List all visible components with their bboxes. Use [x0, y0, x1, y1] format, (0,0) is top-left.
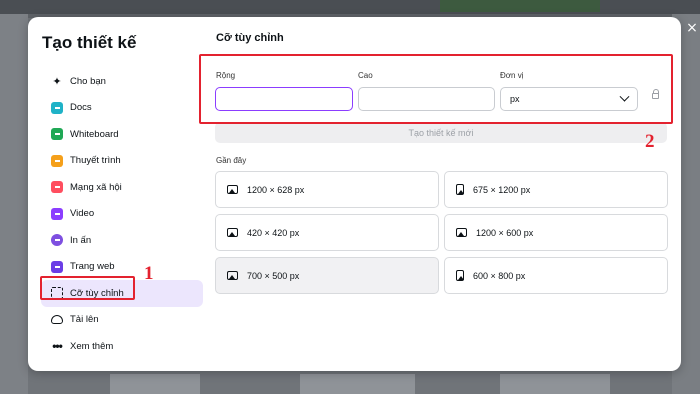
sidebar-item-upload[interactable]: Tải lên [41, 307, 203, 334]
recent-size-card[interactable]: 1200 × 600 px [444, 214, 668, 251]
sidebar-nav: ✦ Cho bạn Docs Whiteboard Thuyết trình M… [41, 68, 203, 360]
sidebar-item-for-you[interactable]: ✦ Cho bạn [41, 68, 203, 95]
upload-icon [51, 315, 63, 325]
image-icon [456, 228, 467, 237]
sidebar-item-more[interactable]: ••• Xem thêm [41, 333, 203, 360]
sidebar-item-print[interactable]: In ấn [41, 227, 203, 254]
background-thumbnail [300, 374, 415, 394]
sidebar-item-label: Docs [70, 102, 92, 114]
sidebar-item-docs[interactable]: Docs [41, 95, 203, 122]
recent-sizes-grid: 1200 × 628 px 675 × 1200 px 420 × 420 px… [215, 171, 668, 294]
sidebar-item-label: Cho bạn [70, 75, 106, 87]
sidebar-item-label: Video [70, 208, 95, 220]
recent-size-label: 700 × 500 px [247, 270, 300, 281]
annotation-marker-1: 1 [144, 263, 154, 284]
video-icon [51, 207, 63, 220]
image-icon [227, 185, 238, 194]
recent-label: Gần đây [216, 156, 247, 165]
presentation-icon [51, 154, 63, 167]
sidebar-item-whiteboard[interactable]: Whiteboard [41, 121, 203, 148]
sidebar-item-label: Whiteboard [70, 128, 119, 140]
background-thumbnail [500, 374, 610, 394]
recent-size-label: 1200 × 600 px [476, 227, 534, 238]
background-thumbnail [110, 374, 200, 394]
modal-title: Tạo thiết kế [42, 33, 137, 52]
sidebar-item-label: Thuyết trình [70, 155, 121, 167]
sidebar-item-presentation[interactable]: Thuyết trình [41, 148, 203, 175]
image-portrait-icon [456, 184, 464, 195]
recent-size-card[interactable]: 600 × 800 px [444, 257, 668, 294]
print-icon [51, 234, 63, 247]
sidebar-item-label: Tải lên [70, 314, 99, 326]
recent-size-label: 1200 × 628 px [247, 184, 305, 195]
image-portrait-icon [456, 270, 464, 281]
annotation-highlight-custom-size [40, 276, 135, 300]
annotation-highlight-size-fields [199, 54, 673, 124]
sidebar-item-label: In ấn [70, 234, 92, 246]
sidebar-item-video[interactable]: Video [41, 201, 203, 228]
sparkle-icon: ✦ [52, 75, 62, 88]
sidebar-item-label: Trang web [70, 261, 115, 273]
recent-size-label: 420 × 420 px [247, 227, 300, 238]
background-banner [440, 0, 600, 12]
sidebar-item-label: Xem thêm [70, 340, 114, 352]
whiteboard-icon [51, 128, 63, 141]
image-icon [227, 271, 238, 280]
docs-icon [51, 101, 63, 114]
recent-size-card[interactable]: 700 × 500 px [215, 257, 439, 294]
more-icon: ••• [52, 339, 63, 354]
website-icon [51, 260, 63, 273]
recent-size-label: 600 × 800 px [473, 270, 526, 281]
close-icon[interactable]: × [684, 18, 700, 38]
create-new-design-button[interactable]: Tạo thiết kế mới [215, 122, 667, 143]
social-icon [51, 181, 63, 194]
annotation-marker-2: 2 [645, 131, 655, 152]
custom-size-title: Cỡ tùy chỉnh [216, 32, 284, 44]
recent-size-card[interactable]: 675 × 1200 px [444, 171, 668, 208]
background-left-panel [0, 14, 28, 394]
recent-size-card[interactable]: 1200 × 628 px [215, 171, 439, 208]
recent-size-label: 675 × 1200 px [473, 184, 531, 195]
recent-size-card[interactable]: 420 × 420 px [215, 214, 439, 251]
image-icon [227, 228, 238, 237]
sidebar-item-social-media[interactable]: Mạng xã hội [41, 174, 203, 201]
sidebar-item-label: Mạng xã hội [70, 181, 122, 193]
